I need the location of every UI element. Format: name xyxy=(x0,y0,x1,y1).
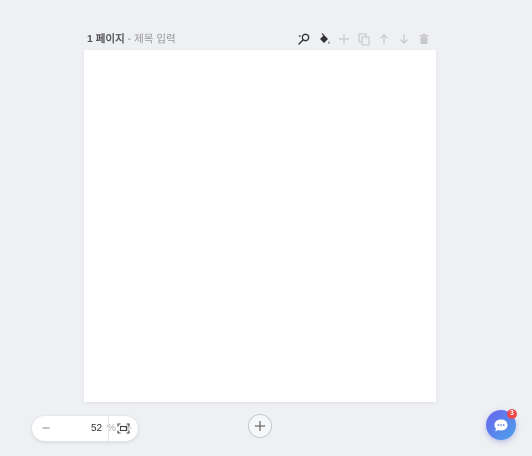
arrow-down-icon xyxy=(400,34,408,44)
page-title-input[interactable]: 제목 입력 xyxy=(134,33,176,45)
background-color-button[interactable] xyxy=(314,31,334,47)
notification-badge: 3 xyxy=(507,409,517,419)
page-title[interactable]: 1 페이지 - 제목 입력 xyxy=(87,32,176,46)
page-header: 1 페이지 - 제목 입력 xyxy=(86,31,438,47)
move-page-down-button[interactable] xyxy=(394,31,414,47)
design-canvas[interactable] xyxy=(84,50,436,402)
delete-page-button[interactable] xyxy=(414,31,434,47)
minus-icon xyxy=(42,427,50,429)
add-page-button[interactable] xyxy=(248,414,272,438)
paint-bucket-icon xyxy=(320,33,330,44)
fit-screen-icon xyxy=(117,423,130,434)
move-page-up-button[interactable] xyxy=(374,31,394,47)
zoom-value[interactable]: 52 xyxy=(91,422,102,435)
trash-icon xyxy=(419,33,429,44)
add-element-button[interactable] xyxy=(334,31,354,47)
duplicate-page-button[interactable] xyxy=(354,31,374,47)
magic-wand-icon xyxy=(298,33,310,45)
fit-to-screen-button[interactable] xyxy=(108,416,138,441)
arrow-up-icon xyxy=(380,34,388,44)
plus-icon xyxy=(255,421,265,431)
page-title-separator: - xyxy=(124,33,135,45)
page-number: 1 페이지 xyxy=(87,33,125,45)
duplicate-icon xyxy=(358,32,370,46)
magic-wand-button[interactable] xyxy=(294,31,314,47)
zoom-out-button[interactable] xyxy=(40,422,52,434)
chat-bubble-icon xyxy=(494,419,508,431)
plus-icon xyxy=(339,34,349,44)
page-toolbar xyxy=(294,31,434,47)
